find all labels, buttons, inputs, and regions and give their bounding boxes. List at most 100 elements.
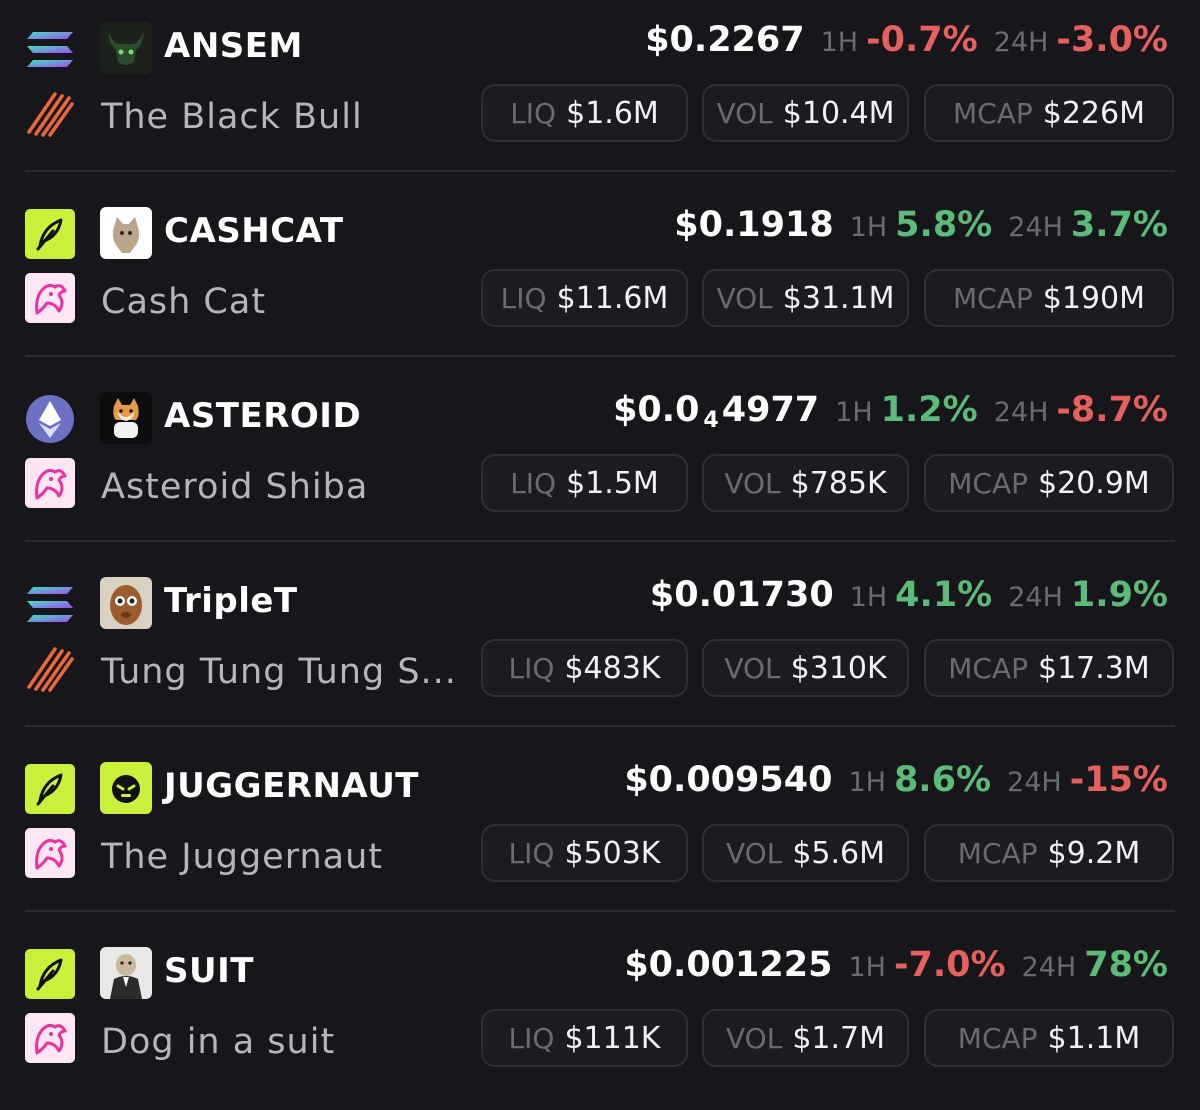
label-1h: 1H	[848, 952, 886, 983]
label-1h: 1H	[820, 27, 859, 58]
label-1h: 1H	[849, 582, 888, 613]
change-24h: -3.0%	[1056, 20, 1168, 60]
price-suffix: 4977	[721, 390, 820, 430]
token-row[interactable]: ASTEROID Asteroid Shiba $0.0 44977 1H 1.2…	[0, 370, 1200, 555]
token-symbol: JUGGERNAUT	[164, 766, 420, 806]
mcap-label: MCAP	[957, 1021, 1038, 1055]
mcap-value: $9.2M	[1047, 835, 1141, 871]
volume-chip[interactable]: VOL $5.6M	[702, 824, 909, 882]
token-row[interactable]: JUGGERNAUT The Juggernaut $0.009540 1H 8…	[0, 740, 1200, 925]
market-cap-chip[interactable]: MCAP $20.9M	[924, 454, 1174, 512]
vol-value: $5.6M	[792, 835, 885, 871]
change-1h: -7.0%	[893, 945, 1006, 985]
vol-value: $1.7M	[792, 1020, 885, 1056]
liquidity-chip[interactable]: LIQ $11.6M	[481, 269, 688, 327]
market-cap-chip[interactable]: MCAP $1.1M	[924, 1009, 1174, 1067]
vol-value: $785K	[790, 465, 887, 501]
row-divider	[25, 725, 1175, 727]
row-divider	[25, 910, 1175, 912]
price-line: $0.0 44977 1H 1.2% 24H -8.7%	[613, 390, 1168, 433]
liq-label: LIQ	[508, 836, 555, 870]
liquidity-chip[interactable]: LIQ $483K	[481, 639, 688, 697]
liquidity-chip[interactable]: LIQ $1.6M	[481, 84, 688, 142]
uniswap-icon	[25, 458, 75, 508]
token-symbol: ANSEM	[164, 26, 303, 66]
volume-chip[interactable]: VOL $31.1M	[702, 269, 909, 327]
liquidity-chip[interactable]: LIQ $111K	[481, 1009, 688, 1067]
vol-value: $31.1M	[782, 280, 895, 316]
mcap-label: MCAP	[953, 281, 1033, 315]
market-cap-chip[interactable]: MCAP $190M	[924, 269, 1174, 327]
bull-avatar	[100, 22, 152, 74]
token-row[interactable]: ANSEM The Black Bull $0.2267 1H -0.7% 24…	[0, 0, 1200, 185]
price-line: $0.1918 1H 5.8% 24H 3.7%	[674, 205, 1168, 245]
token-row[interactable]: CASHCAT Cash Cat $0.1918 1H 5.8% 24H 3.7…	[0, 185, 1200, 370]
mcap-value: $1.1M	[1047, 1020, 1141, 1056]
token-price: $0.009540	[624, 760, 833, 800]
volume-chip[interactable]: VOL $1.7M	[702, 1009, 909, 1067]
solana-icon	[27, 32, 73, 67]
volume-chip[interactable]: VOL $785K	[702, 454, 909, 512]
cat-avatar	[100, 207, 152, 259]
liq-value: $1.6M	[566, 95, 659, 131]
uniswap-icon	[25, 273, 75, 323]
vol-label: VOL	[716, 281, 773, 315]
mcap-value: $17.3M	[1037, 650, 1150, 686]
dex-stripes-icon	[27, 647, 74, 692]
mcap-value: $226M	[1042, 95, 1145, 131]
token-price: $0.001225	[624, 945, 833, 985]
liq-label: LIQ	[510, 466, 557, 500]
uniswap-icon	[25, 828, 75, 878]
price-prefix: $0.0	[613, 390, 700, 430]
row-divider	[25, 355, 1175, 357]
label-1h: 1H	[848, 767, 886, 798]
vol-value: $10.4M	[782, 95, 895, 131]
uniswap-icon	[25, 1013, 75, 1063]
token-name: Asteroid Shiba	[101, 467, 369, 507]
liquidity-chip[interactable]: LIQ $1.5M	[481, 454, 688, 512]
change-24h: -15%	[1069, 760, 1168, 800]
liq-value: $11.6M	[556, 280, 669, 316]
mcap-label: MCAP	[948, 466, 1028, 500]
row-divider	[25, 170, 1175, 172]
token-row[interactable]: SUIT Dog in a suit $0.001225 1H -7.0% 24…	[0, 925, 1200, 1110]
vol-label: VOL	[726, 1021, 783, 1055]
label-1h: 1H	[835, 397, 873, 428]
liquidity-chip[interactable]: LIQ $503K	[481, 824, 688, 882]
token-row[interactable]: TripleT Tung Tung Tung S... $0.01730 1H …	[0, 555, 1200, 740]
token-name: Tung Tung Tung S...	[101, 652, 457, 692]
liq-value: $1.5M	[566, 465, 659, 501]
liq-value: $483K	[564, 650, 661, 686]
market-cap-chip[interactable]: MCAP $226M	[924, 84, 1174, 142]
change-1h: 8.6%	[893, 760, 992, 800]
row-divider	[25, 540, 1175, 542]
market-cap-chip[interactable]: MCAP $9.2M	[924, 824, 1174, 882]
vol-value: $310K	[790, 650, 887, 686]
change-24h: -8.7%	[1056, 390, 1168, 430]
price-line: $0.01730 1H 4.1% 24H 1.9%	[650, 575, 1168, 615]
label-24h: 24H	[1008, 582, 1063, 613]
volume-chip[interactable]: VOL $10.4M	[702, 84, 909, 142]
market-cap-chip[interactable]: MCAP $17.3M	[924, 639, 1174, 697]
price-line: $0.2267 1H -0.7% 24H -3.0%	[645, 20, 1168, 60]
label-24h: 24H	[1021, 952, 1077, 983]
mcap-label: MCAP	[948, 651, 1028, 685]
solana-icon	[27, 587, 73, 622]
vol-label: VOL	[724, 651, 781, 685]
token-list: ANSEM The Black Bull $0.2267 1H -0.7% 24…	[0, 0, 1200, 1087]
token-symbol: SUIT	[164, 951, 254, 991]
token-price: $0.0 44977	[613, 390, 819, 433]
change-24h: 78%	[1084, 945, 1168, 985]
label-24h: 24H	[993, 27, 1049, 58]
token-price: $0.01730	[649, 575, 834, 615]
token-symbol: CASHCAT	[164, 211, 344, 251]
liq-value: $111K	[564, 1020, 661, 1056]
token-name: Dog in a suit	[101, 1022, 336, 1062]
change-1h: 5.8%	[895, 205, 993, 245]
volume-chip[interactable]: VOL $310K	[702, 639, 909, 697]
mcap-value: $20.9M	[1037, 465, 1150, 501]
shiba-avatar	[100, 392, 152, 444]
ethereum-icon	[26, 395, 74, 443]
feather-chain-icon	[25, 764, 75, 814]
token-symbol: TripleT	[164, 581, 298, 621]
